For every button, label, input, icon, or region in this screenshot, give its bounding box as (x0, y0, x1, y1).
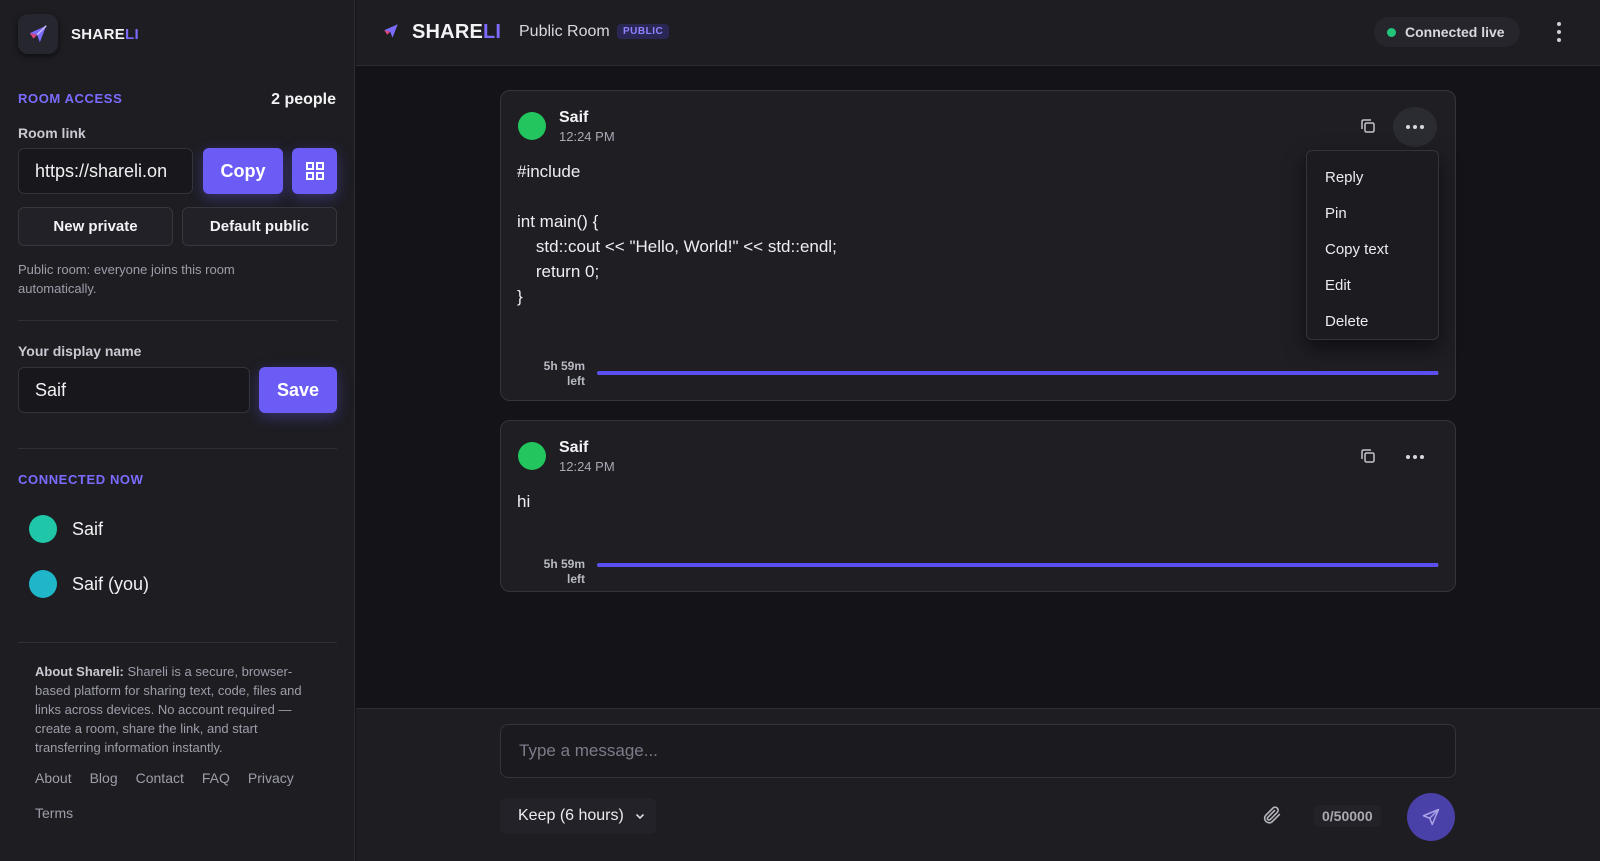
menu-item-reply[interactable]: Reply (1307, 159, 1438, 195)
send-button[interactable] (1407, 793, 1455, 841)
avatar (29, 515, 57, 543)
message-context-menu: Reply Pin Copy text Edit Delete (1306, 150, 1439, 340)
footer-link-contact[interactable]: Contact (136, 770, 184, 786)
connected-now-title: CONNECTED NOW (18, 472, 144, 487)
brand-name: SHARELI (71, 25, 139, 43)
footer-link-terms[interactable]: Terms (35, 805, 73, 821)
chevron-down-icon (635, 813, 645, 820)
message-author: Saif (559, 439, 589, 456)
avatar (518, 112, 546, 140)
top-brand-name[interactable]: SHARELI (412, 21, 501, 44)
room-link-label: Room link (18, 125, 86, 141)
footer-link-faq[interactable]: FAQ (202, 770, 230, 786)
footer-link-privacy[interactable]: Privacy (248, 770, 294, 786)
avatar (29, 570, 57, 598)
footer-links: About Blog Contact FAQ Privacy Terms (35, 770, 325, 821)
room-type-badge: PUBLIC (617, 24, 670, 39)
message-time: 12:24 PM (559, 459, 615, 474)
copy-icon[interactable] (1359, 117, 1377, 135)
composer: Type a message... Keep (6 hours) 0/50000 (356, 708, 1600, 861)
copy-link-button[interactable]: Copy (203, 148, 283, 194)
connected-user: Saif (29, 515, 103, 543)
more-options-icon[interactable] (1551, 19, 1567, 45)
divider (18, 448, 337, 449)
message-input[interactable]: Type a message... (500, 724, 1456, 778)
paper-plane-icon (384, 24, 398, 38)
expiry-label: 5h 59m left (543, 359, 585, 388)
send-icon (1422, 808, 1440, 826)
menu-item-copy-text[interactable]: Copy text (1307, 231, 1438, 267)
user-name: Saif (72, 518, 104, 539)
keep-duration-select[interactable]: Keep (6 hours) (500, 798, 656, 834)
menu-item-edit[interactable]: Edit (1307, 267, 1438, 303)
default-public-button[interactable]: Default public (182, 207, 337, 246)
message-menu-button[interactable] (1393, 107, 1437, 147)
divider (18, 642, 337, 643)
room-link-field[interactable]: https://shareli.on (18, 148, 193, 194)
footer-link-about[interactable]: About (35, 770, 72, 786)
expiry-progress-bar (597, 371, 1439, 375)
attach-paperclip-icon[interactable] (1261, 804, 1283, 826)
qr-grid-icon (305, 162, 324, 180)
menu-item-pin[interactable]: Pin (1307, 195, 1438, 231)
footer-link-blog[interactable]: Blog (90, 770, 118, 786)
sidebar: SHARELI ROOM ACCESS 2 people Room link h… (0, 0, 355, 861)
message-author: Saif (559, 109, 589, 126)
connection-status: Connected live (1374, 17, 1520, 47)
connected-user: Saif (you) (29, 570, 149, 598)
new-private-button[interactable]: New private (18, 207, 173, 246)
paper-plane-logo-icon (18, 14, 58, 54)
message-card: Saif 12:24 PM hi 5h 59m left (500, 420, 1456, 592)
copy-icon[interactable] (1359, 447, 1377, 465)
connection-status-text: Connected live (1405, 24, 1505, 40)
about-text: About Shareli: Shareli is a secure, brow… (35, 664, 302, 755)
user-name: Saif (you) (72, 573, 150, 594)
message-body: hi (517, 492, 531, 511)
room-name: Public Room (519, 23, 610, 40)
display-name-field[interactable]: Saif (18, 367, 250, 413)
message-time: 12:24 PM (559, 129, 615, 144)
character-counter: 0/50000 (1314, 805, 1381, 827)
message-body: #include int main() { std::cout << "Hell… (517, 162, 837, 306)
save-name-button[interactable]: Save (259, 367, 337, 413)
message-menu-button[interactable] (1393, 437, 1437, 477)
qr-code-button[interactable] (292, 148, 337, 194)
menu-item-delete[interactable]: Delete (1307, 303, 1438, 339)
room-access-title: ROOM ACCESS (18, 91, 123, 106)
people-count: 2 people (271, 91, 336, 108)
expiry-progress-fill (597, 563, 1439, 567)
divider (18, 320, 337, 321)
top-bar: SHARELI Public Room PUBLIC Connected liv… (356, 0, 1600, 66)
display-name-label: Your display name (18, 343, 142, 359)
public-room-note: Public room: everyone joins this room au… (18, 262, 235, 296)
expiry-progress-bar (597, 563, 1439, 567)
keep-duration-value: Keep (6 hours) (518, 807, 624, 824)
expiry-label: 5h 59m left (543, 557, 585, 586)
avatar (518, 442, 546, 470)
expiry-progress-fill (597, 371, 1439, 375)
brand[interactable]: SHARELI (18, 14, 139, 54)
status-dot-icon (1387, 27, 1396, 37)
